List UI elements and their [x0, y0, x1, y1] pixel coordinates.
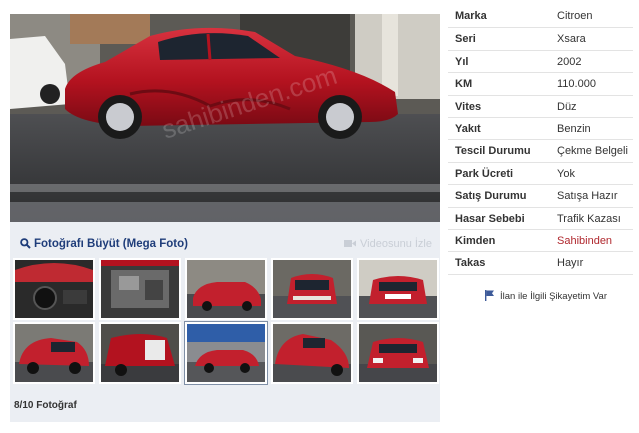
info-key: Seri	[455, 33, 476, 46]
thumbnail-image	[359, 260, 437, 318]
vehicle-info-table: Marka Citroen Seri Xsara Yıl 2002 KM 110.000…	[448, 6, 633, 275]
info-key: Yıl	[455, 55, 469, 68]
info-value: Düz	[557, 100, 577, 113]
info-key: Hasar Sebebi	[455, 212, 525, 225]
photo-toolbar: Fotoğrafı Büyüt (Mega Foto) Videosunu İz…	[10, 222, 440, 262]
thumbnail-5[interactable]	[357, 258, 439, 320]
info-value: Çekme Belgeli	[557, 145, 628, 158]
info-key: Takas	[455, 257, 486, 270]
thumbnail-image	[15, 324, 93, 382]
info-key: Satış Durumu	[455, 190, 527, 203]
info-row: Yıl 2002	[448, 51, 633, 74]
video-camera-icon	[344, 240, 357, 247]
seller-type-link[interactable]: Sahibinden	[557, 235, 612, 247]
thumbnail-image	[15, 260, 93, 318]
info-key: Park Ücreti	[455, 167, 514, 180]
info-value: Citroen	[557, 10, 593, 22]
thumbnail-image	[101, 324, 179, 382]
info-row: Kimden Sahibinden	[448, 230, 633, 253]
info-row: KM 110.000	[448, 73, 633, 96]
thumbnail-image	[187, 324, 265, 382]
photo-counter: 8/10 Fotoğraf	[14, 400, 77, 411]
info-key: KM	[455, 78, 473, 91]
thumbnail-image	[187, 260, 265, 318]
thumbnail-1[interactable]	[13, 258, 95, 320]
thumbnail-7[interactable]	[99, 322, 181, 384]
thumbnail-3[interactable]	[185, 258, 267, 320]
watch-video-link[interactable]: Videosunu İzle	[344, 238, 432, 250]
thumbnail-image	[273, 324, 351, 382]
info-row: Satış Durumu Satışa Hazır	[448, 185, 633, 208]
thumbnail-9[interactable]	[271, 322, 353, 384]
thumbnail-8[interactable]	[185, 322, 267, 384]
enlarge-photo-link[interactable]: Fotoğrafı Büyüt (Mega Foto)	[20, 238, 188, 250]
main-photo-image: sahibinden.com	[10, 14, 440, 222]
info-value: Yok	[557, 167, 575, 180]
info-row: Vites Düz	[448, 96, 633, 118]
info-value: Hayır	[557, 257, 584, 270]
info-value: 110.000	[557, 78, 596, 91]
flag-icon	[485, 290, 494, 301]
enlarge-photo-label: Fotoğrafı Büyüt (Mega Foto)	[34, 238, 188, 250]
magnifier-icon	[20, 238, 31, 249]
main-photo[interactable]: sahibinden.com	[10, 14, 440, 222]
info-row: Yakıt Benzin	[448, 118, 633, 141]
info-value: Trafik Kazası	[557, 212, 621, 225]
info-row: Seri Xsara	[448, 28, 633, 51]
info-row: Takas Hayır	[448, 252, 633, 275]
info-key: Marka	[455, 10, 487, 22]
report-listing-link[interactable]: İlan ile İlgili Şikayetim Var	[484, 290, 607, 302]
info-key: Vites	[455, 100, 482, 113]
info-value: Satışa Hazır	[557, 190, 618, 203]
info-row: Hasar Sebebi Trafik Kazası	[448, 208, 633, 230]
thumbnail-4[interactable]	[271, 258, 353, 320]
watch-video-label: Videosunu İzle	[360, 238, 432, 250]
info-key: Kimden	[455, 234, 496, 247]
report-listing-label: İlan ile İlgili Şikayetim Var	[500, 291, 608, 302]
thumbnail-10[interactable]	[357, 322, 439, 384]
thumbnail-image	[273, 260, 351, 318]
info-row: Marka Citroen	[448, 6, 633, 29]
info-row: Park Ücreti Yok	[448, 163, 633, 186]
info-key: Tescil Durumu	[455, 145, 531, 158]
info-value: Benzin	[557, 122, 591, 135]
photo-gallery: sahibinden.com Fotoğrafı Büyüt (Mega Fot…	[10, 14, 440, 422]
info-value: Xsara	[557, 33, 586, 46]
info-row: Tescil Durumu Çekme Belgeli	[448, 140, 633, 163]
thumbnail-image	[359, 324, 437, 382]
thumbnail-6[interactable]	[13, 322, 95, 384]
thumbnail-2[interactable]	[99, 258, 181, 320]
thumbnail-image	[101, 260, 179, 318]
info-key: Yakıt	[455, 122, 481, 135]
info-value: 2002	[557, 55, 582, 68]
